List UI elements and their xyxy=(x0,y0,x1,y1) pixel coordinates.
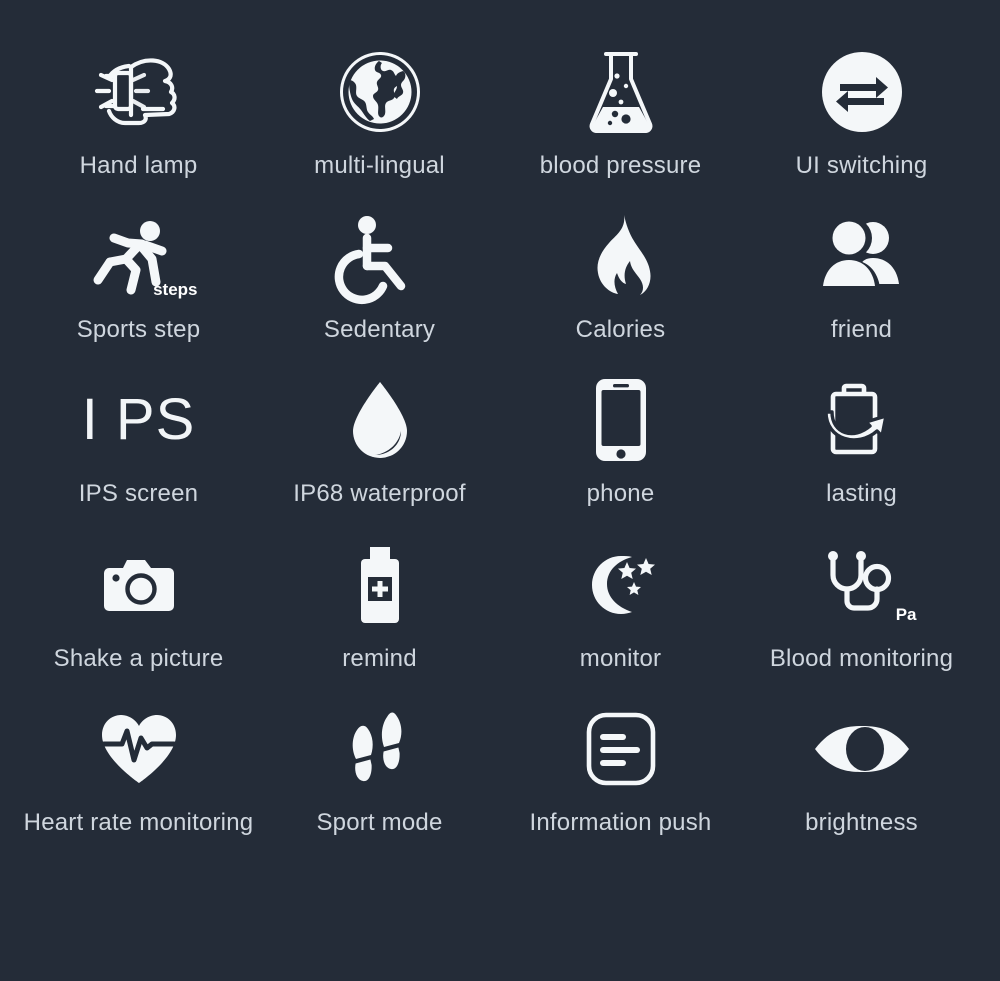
feature-label: lasting xyxy=(826,480,897,508)
feature-item-brightness[interactable]: brightness xyxy=(741,697,982,861)
ips-text-icon: I PS xyxy=(82,374,196,466)
feature-label: Calories xyxy=(575,316,666,344)
feature-label: Sports step xyxy=(76,316,201,344)
feature-label: monitor xyxy=(579,644,662,672)
battery-recharge-icon xyxy=(822,374,902,466)
swap-arrows-circle-icon xyxy=(818,46,906,138)
moon-stars-icon xyxy=(583,539,659,631)
feature-label: brightness xyxy=(805,808,918,836)
flame-icon xyxy=(590,210,652,302)
feature-item-blood-monitoring[interactable]: Pa Blood monitoring xyxy=(741,533,982,697)
eye-icon xyxy=(813,703,911,795)
camera-icon xyxy=(103,539,175,631)
feature-item-sports-step[interactable]: steps Sports step xyxy=(18,204,259,368)
feature-label: Sedentary xyxy=(323,316,436,344)
feature-item-friend[interactable]: friend xyxy=(741,204,982,368)
smartphone-icon xyxy=(593,374,649,466)
steps-badge: steps xyxy=(153,280,198,300)
feature-item-ips-screen[interactable]: I PS IPS screen xyxy=(18,368,259,532)
two-people-icon xyxy=(821,210,903,302)
feature-item-calories[interactable]: Calories xyxy=(500,204,741,368)
heart-pulse-icon xyxy=(98,703,180,795)
feature-label: Heart rate monitoring xyxy=(23,808,254,836)
ips-glyph: I PS xyxy=(81,387,196,453)
feature-item-phone[interactable]: phone xyxy=(500,368,741,532)
feature-item-shake-a-picture[interactable]: Shake a picture xyxy=(18,533,259,697)
feature-item-multi-lingual[interactable]: multi-lingual xyxy=(259,40,500,204)
feature-label: multi-lingual xyxy=(314,152,445,179)
feature-label: friend xyxy=(830,316,893,344)
feature-label: IP68 waterproof xyxy=(293,480,466,508)
feature-label: Information push xyxy=(529,808,712,836)
feature-label: UI switching xyxy=(795,152,928,179)
feature-label: remind xyxy=(342,644,417,672)
feature-item-ui-switching[interactable]: UI switching xyxy=(741,40,982,204)
medicine-bottle-icon xyxy=(357,539,403,631)
flask-icon xyxy=(581,46,661,138)
feature-label: phone xyxy=(586,480,655,508)
feature-label: Sport mode xyxy=(316,808,443,836)
footprints-icon xyxy=(346,703,414,795)
document-lines-icon xyxy=(585,703,657,795)
stethoscope-icon: Pa xyxy=(823,539,917,631)
fist-watch-lamp-icon xyxy=(87,46,191,138)
feature-item-hand-lamp[interactable]: Hand lamp xyxy=(18,40,259,204)
pa-badge: Pa xyxy=(895,604,917,624)
feature-item-heart-rate-monitoring[interactable]: Heart rate monitoring xyxy=(18,697,259,861)
globe-icon xyxy=(335,46,425,138)
feature-label: Shake a picture xyxy=(53,644,224,672)
feature-label: Hand lamp xyxy=(79,152,198,179)
running-person-icon: steps xyxy=(90,210,198,302)
feature-item-lasting[interactable]: lasting xyxy=(741,368,982,532)
feature-item-remind[interactable]: remind xyxy=(259,533,500,697)
feature-item-sport-mode[interactable]: Sport mode xyxy=(259,697,500,861)
feature-item-blood-pressure[interactable]: blood pressure xyxy=(500,40,741,204)
feature-grid: Hand lamp multi-lingual blood pressure U… xyxy=(0,0,1000,981)
feature-label: IPS screen xyxy=(78,480,199,508)
feature-item-monitor[interactable]: monitor xyxy=(500,533,741,697)
water-drop-icon xyxy=(349,374,411,466)
feature-item-information-push[interactable]: Information push xyxy=(500,697,741,861)
wheelchair-icon xyxy=(334,210,421,305)
feature-label: blood pressure xyxy=(539,152,702,179)
feature-item-ip68-waterproof[interactable]: IP68 waterproof xyxy=(259,368,500,532)
feature-item-sedentary[interactable]: Sedentary xyxy=(259,204,500,368)
feature-label: Blood monitoring xyxy=(769,644,954,672)
